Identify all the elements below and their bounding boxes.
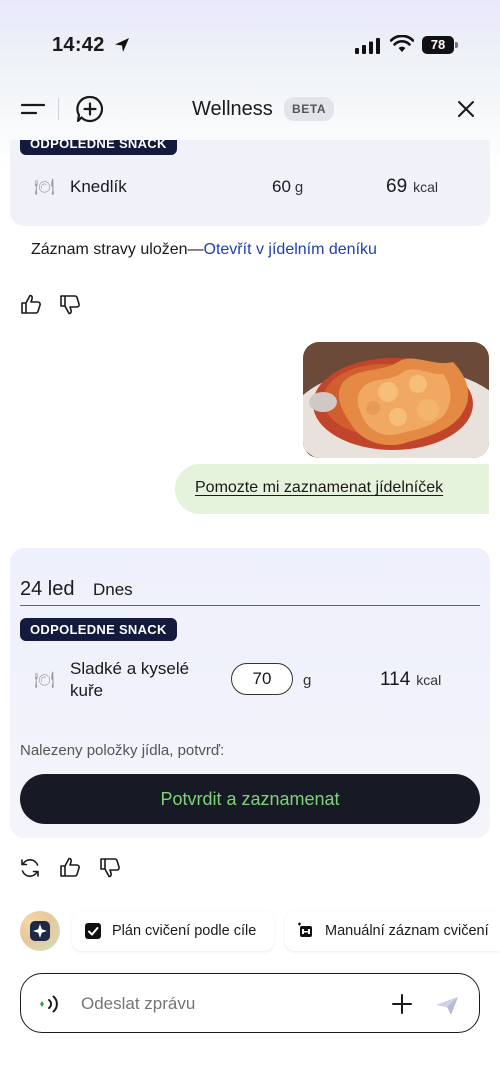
regenerate-icon[interactable]: [19, 857, 41, 879]
beta-badge: BETA: [284, 97, 335, 121]
voice-input-icon[interactable]: [39, 993, 63, 1015]
food-name-line2: kuře: [70, 681, 104, 700]
message-composer: [20, 973, 480, 1033]
previous-entry-card: ODPOLEDNE SNACK 🍽 Knedlík 60 g 69 kcal: [10, 140, 490, 226]
food-kcal: 69 kcal: [386, 176, 438, 198]
food-grams: 60 g: [272, 177, 303, 197]
header-divider: [58, 98, 59, 120]
plate-icon: 🍽: [34, 672, 55, 689]
user-message-bubble: Pomozte mi zaznamenat jídelníček: [175, 464, 489, 514]
checkbox-icon: [85, 923, 101, 939]
meal-tag[interactable]: ODPOLEDNE SNACK: [20, 618, 177, 641]
location-arrow-icon: [115, 38, 129, 52]
grams-value: 60: [272, 177, 291, 196]
kcal-unit: kcal: [413, 179, 439, 195]
suggestion-label: Plán cvičení podle cíle: [112, 923, 257, 939]
user-message-text[interactable]: Pomozte mi zaznamenat jídelníček: [195, 479, 443, 497]
confirm-and-log-button[interactable]: Potvrdit a zaznamenat: [20, 774, 480, 824]
plate-icon: 🍽: [34, 179, 55, 196]
date-underline: [20, 605, 480, 606]
cellular-signal-icon: [355, 38, 380, 54]
food-kcal: 114 kcal: [380, 669, 441, 691]
grams-unit: g: [303, 672, 312, 689]
sweet-and-sour-chicken-photo[interactable]: [303, 342, 489, 458]
thumbs-down-icon[interactable]: [59, 294, 81, 316]
open-diary-link[interactable]: Otevřít v jídelním deníku: [204, 241, 377, 258]
suggestions-row: Plán cvičení podle cíle Manuální záznam …: [0, 905, 500, 957]
suggestion-chip[interactable]: Manuální záznam cvičení: [285, 911, 500, 951]
menu-icon[interactable]: [20, 98, 46, 120]
page-title: Wellness: [192, 98, 273, 120]
found-items-text: Nalezeny položky jídla, potvrď:: [20, 742, 225, 759]
app-header: Wellness BETA: [0, 80, 500, 140]
thumbs-up-icon[interactable]: [59, 856, 81, 878]
wifi-icon: [390, 35, 414, 52]
kcal-unit: kcal: [416, 672, 442, 688]
food-name: Sladké a kyselé kuře: [70, 658, 189, 702]
clock: 14:42: [52, 34, 105, 56]
saved-confirmation: Záznam stravy uložen—Otevřít v jídelním …: [31, 241, 377, 259]
close-icon[interactable]: [455, 98, 477, 120]
dumbbell-icon: [298, 922, 312, 937]
kcal-value: 69: [386, 176, 408, 197]
sparkle-icon: [30, 921, 50, 941]
status-bar: 14:42 78: [0, 0, 500, 80]
quantity-input[interactable]: 70: [231, 663, 293, 695]
thumbs-up-icon[interactable]: [20, 293, 42, 315]
assistant-avatar: [20, 911, 60, 951]
grams-unit: g: [294, 179, 304, 196]
suggestion-chip[interactable]: Plán cvičení podle cíle: [72, 911, 274, 951]
log-date[interactable]: 24 led: [20, 578, 75, 601]
new-chat-icon[interactable]: [75, 94, 105, 124]
suggestion-label: Manuální záznam cvičení: [325, 923, 489, 939]
food-name-line1: Sladké a kyselé: [70, 659, 190, 678]
log-date-label: Dnes: [93, 580, 133, 599]
message-input[interactable]: [81, 994, 371, 1014]
food-name: Knedlík: [70, 177, 127, 196]
kcal-value: 114: [380, 669, 411, 690]
meal-tag: ODPOLEDNE SNACK: [20, 140, 177, 155]
battery-level: 78: [422, 36, 454, 54]
plus-icon[interactable]: [391, 993, 413, 1015]
meal-log-card: 24 led Dnes ODPOLEDNE SNACK 🍽 Sladké a k…: [10, 548, 490, 838]
battery-indicator: 78: [422, 36, 458, 54]
send-icon[interactable]: [434, 993, 460, 1017]
saved-text: Záznam stravy uložen—: [31, 241, 204, 258]
thumbs-down-icon[interactable]: [99, 857, 121, 879]
battery-nub: [455, 42, 458, 48]
